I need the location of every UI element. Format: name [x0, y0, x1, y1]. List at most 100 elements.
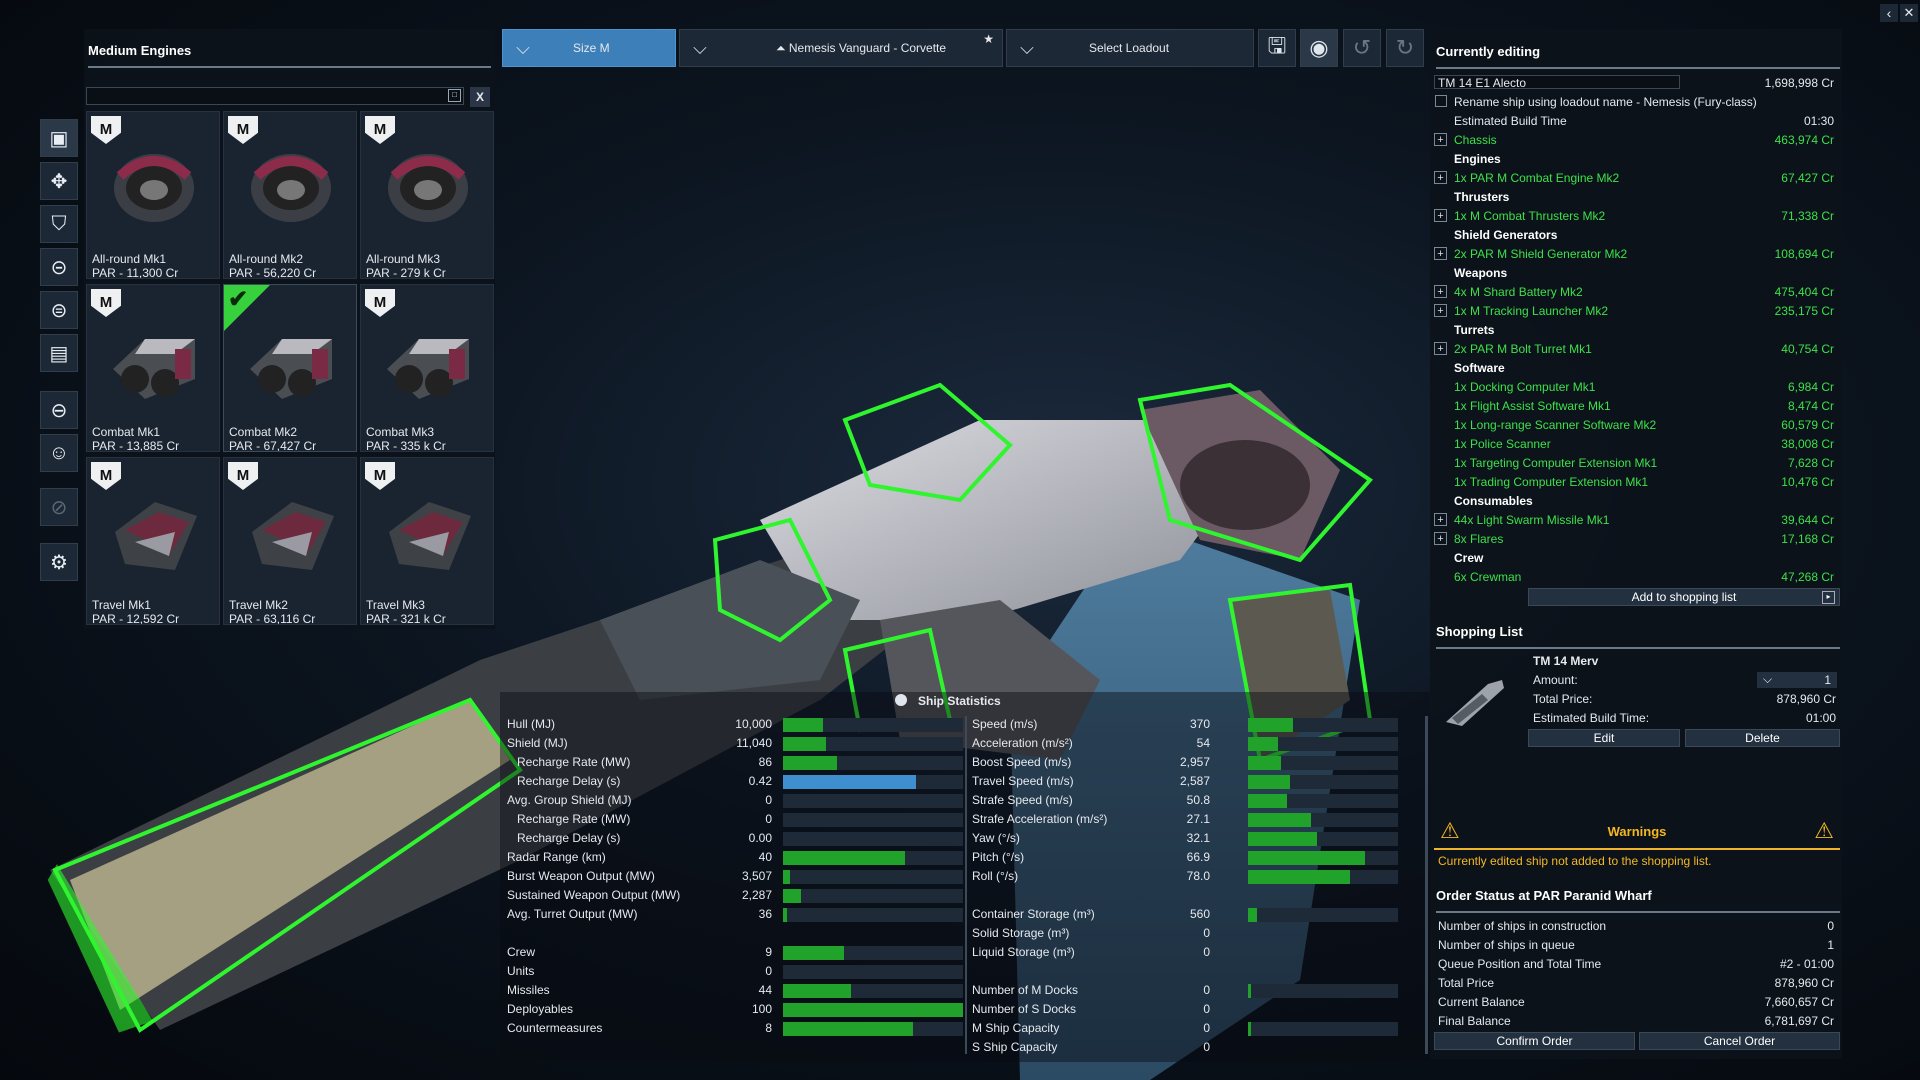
amount-stepper[interactable]: ⌵ 1: [1757, 672, 1837, 688]
loadout-item-row[interactable]: +2x PAR M Bolt Turret Mk1 40,754 Cr: [1434, 340, 1838, 358]
stat-value: 10,000: [735, 717, 772, 731]
edit-button[interactable]: Edit: [1528, 729, 1680, 747]
cancel-order-button[interactable]: Cancel Order: [1639, 1032, 1840, 1050]
order-title: Order Status at PAR Paranid Wharf: [1436, 888, 1840, 913]
item-label: 1x Docking Computer Mk1: [1454, 380, 1596, 394]
engine-card[interactable]: M Combat Mk1 PAR - 13,885 Cr: [86, 284, 220, 452]
loadout-item-row[interactable]: 1x Long-range Scanner Software Mk2 60,579…: [1434, 416, 1838, 434]
item-price: 71,338 Cr: [1781, 209, 1834, 223]
loadout-item-row[interactable]: +1x M Tracking Launcher Mk2 235,175 Cr: [1434, 302, 1838, 320]
loadout-item-row[interactable]: +1x PAR M Combat Engine Mk2 67,427 Cr: [1434, 169, 1838, 187]
expand-icon[interactable]: +: [1434, 532, 1447, 545]
stats-toggle-icon[interactable]: [895, 694, 907, 706]
consumable-icon[interactable]: ⊖: [40, 391, 78, 429]
stat-value: 560: [1189, 907, 1210, 921]
add-to-shopping-list-label: Add to shopping list: [1631, 590, 1737, 604]
stat-label: Solid Storage (m³): [972, 926, 1070, 940]
item-price: 10,476 Cr: [1781, 475, 1834, 489]
loadout-item-row[interactable]: +8x Flares 17,168 Cr: [1434, 530, 1838, 548]
loadout-item-row[interactable]: +2x PAR M Shield Generator Mk2 108,694 Cr: [1434, 245, 1838, 263]
confirm-order-button[interactable]: Confirm Order: [1434, 1032, 1635, 1050]
stat-value: 40: [758, 850, 772, 864]
redo-icon[interactable]: ↻: [1386, 29, 1424, 67]
loadout-item-row[interactable]: 1x Police Scanner 38,008 Cr: [1434, 435, 1838, 453]
stat-bar: [1248, 737, 1398, 751]
collapse-icon[interactable]: ‹: [1880, 4, 1898, 22]
loadout-item-row[interactable]: 1x Targeting Computer Extension Mk1 7,628…: [1434, 454, 1838, 472]
item-price: 39,644 Cr: [1781, 513, 1834, 527]
stat-row: S Ship Capacity 0: [972, 1039, 1422, 1057]
engine-card[interactable]: M All-round Mk2 PAR - 56,220 Cr: [223, 111, 357, 279]
search-input[interactable]: [86, 87, 464, 105]
loadout-item-row[interactable]: 1x Trading Computer Extension Mk1 10,476 …: [1434, 473, 1838, 491]
size-dropdown[interactable]: ⌵ Size M: [502, 29, 676, 67]
engine-card[interactable]: ✔ Combat Mk2 PAR - 67,427 Cr: [223, 284, 357, 452]
loadout-item-row[interactable]: +4x M Shard Battery Mk2 475,404 Cr: [1434, 283, 1838, 301]
engine-card[interactable]: M Travel Mk3 PAR - 321 k Cr: [360, 457, 494, 625]
expand-icon[interactable]: +: [1434, 133, 1447, 146]
stat-row: Missiles 44: [507, 982, 963, 1000]
save-icon[interactable]: 🖫: [1258, 29, 1296, 67]
engine-icon[interactable]: ✥: [40, 162, 78, 200]
engine-card[interactable]: M All-round Mk3 PAR - 279 k Cr: [360, 111, 494, 279]
loadout-item-row[interactable]: +44x Light Swarm Missile Mk1 39,644 Cr: [1434, 511, 1838, 529]
stat-bar-fill: [1248, 908, 1257, 922]
chassis-icon[interactable]: ▣: [40, 119, 78, 157]
loadout-item-row[interactable]: +1x M Combat Thrusters Mk2 71,338 Cr: [1434, 207, 1838, 225]
stat-bar: [783, 775, 963, 789]
favorite-star-icon[interactable]: ★: [983, 32, 994, 46]
weapon-icon[interactable]: ⊝: [40, 248, 78, 286]
stat-value: 54: [1196, 736, 1210, 750]
stat-bar: [1248, 756, 1398, 770]
close-icon[interactable]: ✕: [1900, 4, 1918, 22]
stat-bar-fill: [1248, 737, 1278, 751]
ship-dropdown[interactable]: ⌵ ⏶ Nemesis Vanguard - Corvette ★: [679, 29, 1003, 67]
turret-icon[interactable]: ⊜: [40, 291, 78, 329]
loadout-item-row[interactable]: 6x Crewman 47,268 Cr: [1434, 568, 1838, 586]
amount-label: Amount:: [1533, 673, 1578, 687]
stat-bar: [783, 718, 963, 732]
stat-value: 0.00: [748, 831, 772, 845]
stat-value: 2,957: [1179, 755, 1210, 769]
stat-label: Strafe Speed (m/s): [972, 793, 1073, 807]
shopping-title: Shopping List: [1436, 624, 1840, 649]
rename-checkbox[interactable]: [1435, 95, 1447, 107]
total-price-label: Total Price:: [1533, 692, 1593, 706]
stat-value: 8: [765, 1021, 772, 1035]
expand-icon[interactable]: +: [1434, 304, 1447, 317]
expand-icon[interactable]: +: [1434, 171, 1447, 184]
stats-scrollbar[interactable]: [1425, 716, 1428, 1054]
chassis-price: 463,974 Cr: [1774, 133, 1834, 147]
undo-icon[interactable]: ↺: [1343, 29, 1381, 67]
warning-text: Currently edited ship not added to the s…: [1438, 854, 1712, 868]
expand-icon[interactable]: +: [1434, 342, 1447, 355]
engine-card[interactable]: M Combat Mk3 PAR - 335 k Cr: [360, 284, 494, 452]
engine-card[interactable]: M Travel Mk1 PAR - 12,592 Cr: [86, 457, 220, 625]
engine-price: PAR - 11,300 Cr: [92, 266, 179, 279]
loadout-dropdown[interactable]: ⌵ Select Loadout: [1006, 29, 1254, 67]
settings-icon[interactable]: ⚙: [40, 543, 78, 581]
loadout-item-row[interactable]: 1x Docking Computer Mk1 6,984 Cr: [1434, 378, 1838, 396]
item-price: 38,008 Cr: [1781, 437, 1834, 451]
engine-card[interactable]: M All-round Mk1 PAR - 11,300 Cr: [86, 111, 220, 279]
stat-bar-fill: [783, 870, 791, 884]
add-to-shopping-list-button[interactable]: Add to shopping list ▸: [1528, 588, 1840, 606]
loadout-item-row[interactable]: 1x Flight Assist Software Mk1 8,474 Cr: [1434, 397, 1838, 415]
software-icon[interactable]: ▤: [40, 334, 78, 372]
stat-value: 86: [758, 755, 772, 769]
expand-icon[interactable]: +: [1434, 285, 1447, 298]
stat-label: Liquid Storage (m³): [972, 945, 1075, 959]
view-toggle-icon[interactable]: ◉: [1300, 29, 1338, 67]
expand-icon[interactable]: +: [1434, 247, 1447, 260]
expand-icon[interactable]: +: [1434, 513, 1447, 526]
shield-icon[interactable]: ⛉: [40, 205, 78, 243]
order-value: 6,781,697 Cr: [1764, 1014, 1834, 1028]
crew-icon[interactable]: ☺: [40, 434, 78, 472]
delete-button[interactable]: Delete: [1685, 729, 1840, 747]
clear-search-button[interactable]: X: [470, 87, 490, 107]
chassis-row[interactable]: + Chassis 463,974 Cr: [1434, 131, 1838, 149]
expand-icon[interactable]: +: [1434, 209, 1447, 222]
stat-bar: [783, 984, 963, 998]
engine-card[interactable]: M Travel Mk2 PAR - 63,116 Cr: [223, 457, 357, 625]
stat-bar: [783, 737, 963, 751]
